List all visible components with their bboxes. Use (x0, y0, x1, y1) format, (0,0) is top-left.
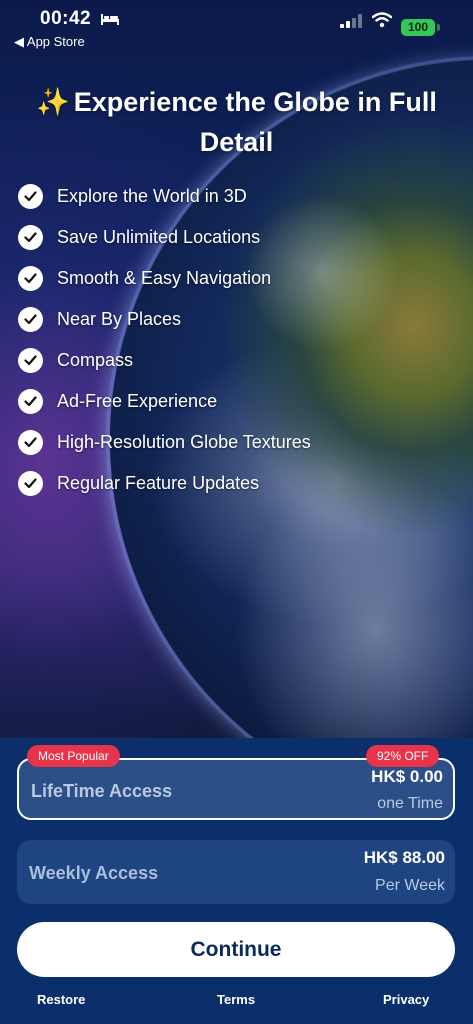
bed-icon (101, 14, 119, 25)
check-icon (18, 307, 43, 332)
feature-label: Near By Places (57, 309, 182, 329)
plan-period: Per Week (375, 877, 445, 894)
restore-link[interactable]: Restore (37, 992, 85, 1007)
terms-link[interactable]: Terms (217, 992, 255, 1007)
wifi-icon (372, 12, 392, 28)
plan-name: LifeTime Access (31, 781, 173, 801)
plan-option-lifetime[interactable]: LifeTime Access HK$ 0.00 one Time (17, 758, 455, 820)
feature-item: High-Resolution Globe Textures (18, 422, 448, 463)
check-icon (18, 184, 43, 209)
privacy-link[interactable]: Privacy (383, 992, 429, 1007)
feature-item: Explore the World in 3D (18, 176, 448, 217)
status-time: 00:42 (40, 8, 92, 29)
feature-item: Regular Feature Updates (18, 463, 448, 504)
check-icon (18, 430, 43, 455)
feature-label: Save Unlimited Locations (57, 227, 261, 247)
signal-icon (340, 14, 362, 28)
feature-label: Ad-Free Experience (57, 391, 218, 411)
page-title: ✨ Experience the Globe in Full Detail (20, 82, 453, 162)
feature-label: High-Resolution Globe Textures (57, 432, 311, 452)
battery-cap (437, 24, 440, 31)
feature-item: Save Unlimited Locations (18, 217, 448, 258)
feature-label: Compass (57, 350, 134, 370)
feature-label: Explore the World in 3D (57, 186, 247, 206)
feature-item: Ad-Free Experience (18, 381, 448, 422)
check-icon (18, 471, 43, 496)
check-icon (18, 225, 43, 250)
continue-button[interactable]: Continue (17, 922, 455, 977)
sparkles-icon: ✨ (36, 87, 70, 117)
battery-icon: 100 (401, 19, 435, 36)
plan-name: Weekly Access (29, 863, 159, 883)
back-to-app-store-link[interactable]: ◀ App Store (14, 34, 85, 50)
page-title-text: Experience the Globe in Full Detail (73, 87, 437, 157)
feature-item: Smooth & Easy Navigation (18, 258, 448, 299)
plan-price: HK$ 88.00 (363, 848, 445, 867)
feature-item: Compass (18, 340, 448, 381)
check-icon (18, 266, 43, 291)
discount-badge: 92% OFF (366, 745, 440, 767)
feature-label: Regular Feature Updates (57, 473, 260, 493)
status-bar: 00:42 ◀ App Store 100 (0, 0, 473, 60)
check-icon (18, 348, 43, 373)
plan-price: HK$ 0.00 (371, 767, 443, 786)
plan-period: one Time (377, 795, 443, 812)
feature-item: Near By Places (18, 299, 448, 340)
plan-option-weekly[interactable]: Weekly Access HK$ 88.00 Per Week (17, 840, 455, 904)
feature-list: Explore the World in 3D Save Unlimited L… (18, 176, 448, 504)
feature-label: Smooth & Easy Navigation (57, 268, 272, 288)
check-icon (18, 389, 43, 414)
most-popular-badge: Most Popular (27, 745, 120, 767)
